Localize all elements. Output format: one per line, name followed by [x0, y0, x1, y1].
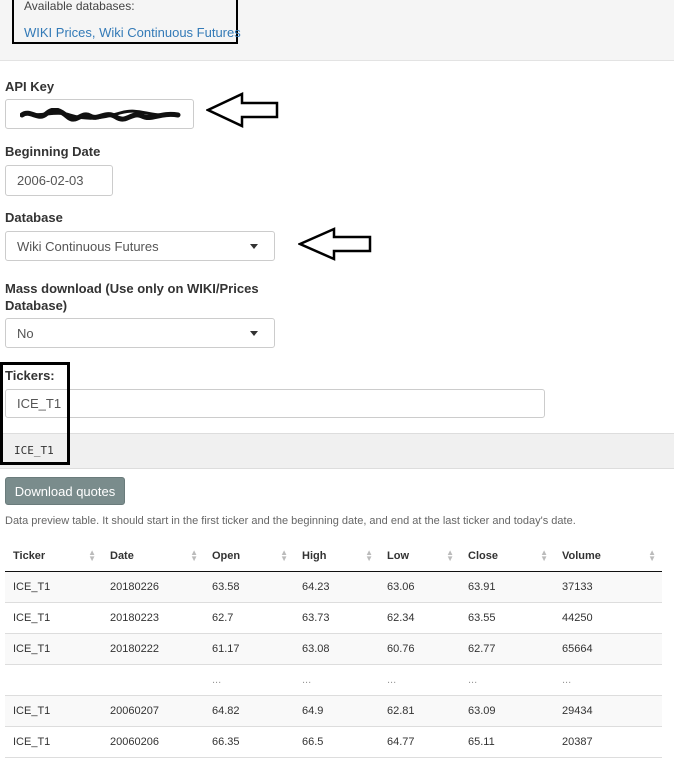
databases-title: Available databases: — [24, 0, 135, 13]
sort-arrows-icon: ▲ ▼ — [540, 548, 548, 563]
table-cell: 20387 — [554, 726, 662, 758]
sort-arrows-icon: ▲ ▼ — [648, 548, 656, 563]
table-row: ............... — [5, 664, 662, 696]
column-header-label: Ticker — [13, 549, 46, 562]
table-cell: 62.77 — [460, 633, 554, 665]
chevron-down-icon — [250, 331, 258, 336]
table-cell: 65664 — [554, 633, 662, 665]
chevron-down-icon — [250, 244, 258, 249]
table-row: ICE_T1 20180223 62.7 63.73 62.34 63.55 44250 — [5, 602, 662, 634]
column-header-high[interactable]: High ▲ ▼ — [294, 540, 379, 572]
table-cell: 62.81 — [379, 695, 460, 727]
tickers-input[interactable]: ICE_T1 — [5, 389, 545, 418]
table-header-row: Ticker ▲ ▼ Date ▲ ▼ Open ▲ ▼ High ▲ ▼ Low ▲ ▼ Close ▲ ▼ Vo… — [5, 540, 662, 572]
table-cell: 62.34 — [379, 602, 460, 634]
table-cell: ... — [294, 664, 379, 696]
table-cell: ... — [554, 664, 662, 696]
mass-download-label-line2: Database) — [5, 298, 68, 313]
database-selected-value: Wiki Continuous Futures — [17, 238, 159, 254]
table-cell: ICE_T1 — [5, 602, 102, 634]
table-cell: 20060207 — [102, 695, 204, 727]
column-header-label: Date — [110, 549, 134, 562]
table-cell: 63.08 — [294, 633, 379, 665]
column-header-label: Open — [212, 549, 241, 562]
arrow-pointer-icon — [298, 227, 372, 261]
sort-arrows-icon: ▲ ▼ — [88, 548, 96, 563]
table-row: ICE_T1 20180226 63.58 64.23 63.06 63.91 37133 — [5, 571, 662, 603]
table-cell: 63.06 — [379, 571, 460, 603]
database-select[interactable]: Wiki Continuous Futures — [5, 231, 275, 261]
table-cell: 61.17 — [204, 633, 294, 665]
preview-note: Data preview table. It should start in t… — [5, 515, 576, 527]
table-cell: 20060206 — [102, 726, 204, 758]
table-cell: 20180226 — [102, 571, 204, 603]
table-cell: 60.76 — [379, 633, 460, 665]
column-header-label: Close — [468, 549, 498, 562]
table-cell: 66.35 — [204, 726, 294, 758]
column-header-open[interactable]: Open ▲ ▼ — [204, 540, 294, 572]
table-cell: ... — [204, 664, 294, 696]
sort-arrows-icon: ▲ ▼ — [190, 548, 198, 563]
table-cell — [102, 664, 204, 696]
table-cell: 66.5 — [294, 726, 379, 758]
table-cell: 20180223 — [102, 602, 204, 634]
column-header-label: Low — [387, 549, 409, 562]
mass-download-select[interactable]: No — [5, 318, 275, 348]
column-header-label: Volume — [562, 549, 601, 562]
table-cell: ICE_T1 — [5, 633, 102, 665]
table-cell: 64.82 — [204, 695, 294, 727]
sort-arrows-icon: ▲ ▼ — [446, 548, 454, 563]
table-cell: 63.91 — [460, 571, 554, 603]
table-cell: ICE_T1 — [5, 695, 102, 727]
table-cell: 29434 — [554, 695, 662, 727]
sort-arrows-icon: ▲ ▼ — [365, 548, 373, 563]
table-cell: 63.58 — [204, 571, 294, 603]
api-key-input[interactable] — [5, 99, 194, 129]
column-header-date[interactable]: Date ▲ ▼ — [102, 540, 204, 572]
table-cell: 64.23 — [294, 571, 379, 603]
table-cell: ... — [379, 664, 460, 696]
mass-download-selected-value: No — [17, 325, 34, 341]
table-cell: 63.55 — [460, 602, 554, 634]
table-cell: 37133 — [554, 571, 662, 603]
annotation-box-tickers — [0, 362, 70, 465]
download-quotes-button[interactable]: Download quotes — [5, 477, 125, 505]
table-cell: 63.73 — [294, 602, 379, 634]
table-cell: ICE_T1 — [5, 571, 102, 603]
arrow-pointer-icon — [206, 92, 279, 128]
table-cell: 44250 — [554, 602, 662, 634]
table-row: ICE_T1 20060207 64.82 64.9 62.81 63.09 29434 — [5, 695, 662, 727]
beginning-date-input[interactable]: 2006-02-03 — [5, 165, 113, 196]
beginning-date-label: Beginning Date — [5, 144, 101, 159]
table-cell: 62.7 — [204, 602, 294, 634]
table-cell: 64.9 — [294, 695, 379, 727]
table-cell — [5, 664, 102, 696]
table-cell: 65.11 — [460, 726, 554, 758]
mass-download-label-line1: Mass download (Use only on WIKI/Prices — [5, 281, 259, 296]
ticker-token-bar: ICE_T1 — [0, 433, 674, 469]
table-row: ICE_T1 20180222 61.17 63.08 60.76 62.77 65664 — [5, 633, 662, 665]
column-header-label: High — [302, 549, 327, 562]
sort-arrows-icon: ▲ ▼ — [280, 548, 288, 563]
table-row: ICE_T1 20060206 66.35 66.5 64.77 65.11 20387 — [5, 726, 662, 758]
api-key-label: API Key — [5, 79, 55, 94]
database-label: Database — [5, 210, 63, 225]
databases-list[interactable]: WIKI Prices, Wiki Continuous Futures — [24, 25, 241, 40]
column-header-ticker[interactable]: Ticker ▲ ▼ — [5, 540, 102, 572]
table-cell: 20180222 — [102, 633, 204, 665]
column-header-close[interactable]: Close ▲ ▼ — [460, 540, 554, 572]
table-body: ICE_T1 20180226 63.58 64.23 63.06 63.91 37133 I… — [5, 571, 662, 758]
data-preview-table: Ticker ▲ ▼ Date ▲ ▼ Open ▲ ▼ High ▲ ▼ Low ▲ ▼ Close ▲ ▼ Vo… — [5, 540, 662, 758]
table-cell: 64.77 — [379, 726, 460, 758]
column-header-low[interactable]: Low ▲ ▼ — [379, 540, 460, 572]
beginning-date-value: 2006-02-03 — [17, 173, 84, 188]
table-cell: ... — [460, 664, 554, 696]
table-cell: ICE_T1 — [5, 726, 102, 758]
redaction-scribble-icon — [20, 108, 181, 122]
info-panel: Available databases: WIKI Prices, Wiki C… — [0, 0, 674, 61]
table-cell: 63.09 — [460, 695, 554, 727]
mass-download-label: Mass download (Use only on WIKI/Prices D… — [5, 280, 259, 314]
column-header-volume[interactable]: Volume ▲ ▼ — [554, 540, 662, 572]
annotation-box-databases: Available databases: WIKI Prices, Wiki C… — [12, 0, 241, 44]
